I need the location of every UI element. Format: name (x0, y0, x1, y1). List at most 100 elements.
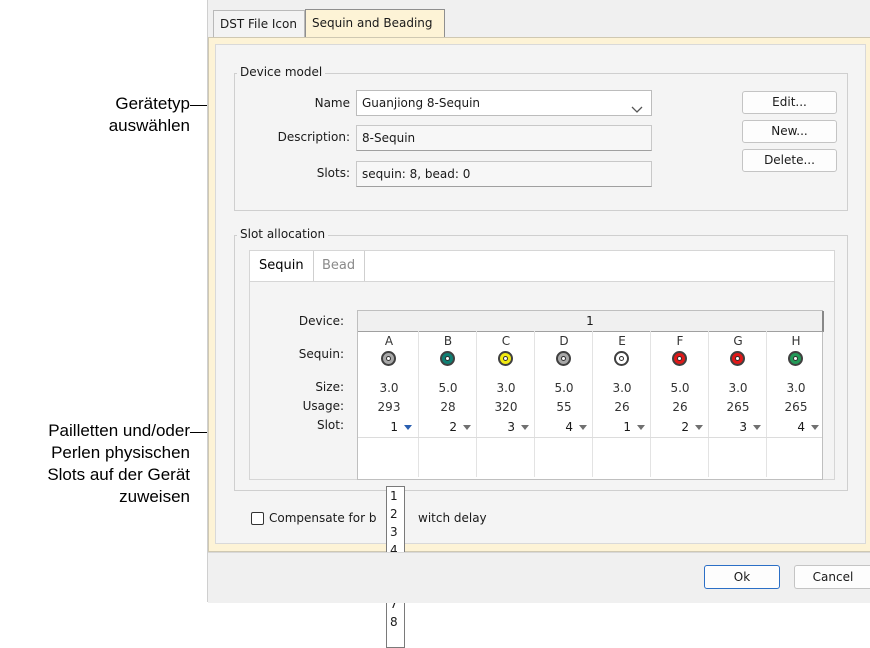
sequin-letter: E (618, 334, 626, 348)
sequin-usage: 26 (614, 400, 630, 414)
dropdown-option[interactable]: 2 (387, 505, 404, 523)
options-dialog: DST File Icon Sequin and Beading Device … (207, 0, 870, 648)
device-model-legend: Device model (237, 65, 326, 79)
chevron-down-icon (753, 425, 761, 430)
sequin-letter: F (676, 334, 684, 348)
sequin-usage: 293 (377, 400, 401, 414)
sequin-column: H 3.0 265 4 (766, 331, 825, 477)
tab-sequin-and-beading[interactable]: Sequin and Beading (305, 9, 445, 38)
sequin-color-icon (556, 351, 571, 366)
sequin-size: 3.0 (612, 381, 632, 395)
sequin-size: 3.0 (786, 381, 806, 395)
compensate-checkbox[interactable] (251, 512, 264, 525)
chevron-down-icon (695, 425, 703, 430)
sequin-size: 5.0 (554, 381, 574, 395)
sequin-color-icon (614, 351, 629, 366)
callout-line: Slots auf der Gerät (47, 465, 190, 484)
name-value: Guanjiong 8-Sequin (362, 96, 481, 110)
sequin-usage: 265 (784, 400, 808, 414)
slot-select[interactable]: 3 (477, 417, 535, 437)
compensate-label-left: Compensate for b (269, 511, 377, 525)
description-label: Description: (277, 130, 350, 144)
sequin-letter: C (501, 334, 511, 348)
name-select[interactable]: Guanjiong 8-Sequin (356, 90, 652, 116)
sequin-usage: 26 (672, 400, 688, 414)
slot-value: 2 (681, 420, 689, 434)
slot-value: 1 (390, 420, 398, 434)
slot-value: 3 (507, 420, 515, 434)
subtab-sequin[interactable]: Sequin (250, 251, 314, 281)
sequin-column: D 5.0 55 4 (534, 331, 593, 477)
device-header: 1 (358, 311, 824, 332)
cancel-button[interactable]: Cancel (794, 565, 870, 589)
slot-select[interactable]: 4 (767, 417, 825, 437)
dropdown-option[interactable]: 3 (387, 523, 404, 541)
compensate-label-right: witch delay (418, 511, 487, 525)
device-row-label: Device: (298, 314, 344, 328)
ok-button[interactable]: Ok (704, 565, 780, 589)
description-field: 8-Sequin (356, 125, 652, 151)
callout-assign-slots: Pailletten und/oder Perlen physischen Sl… (0, 420, 190, 508)
edit-button[interactable]: Edit... (742, 91, 837, 114)
sequin-size: 5.0 (670, 381, 690, 395)
slot-select[interactable]: 1 (360, 417, 418, 437)
callout-line: zuweisen (119, 487, 190, 506)
callout-device-type: Gerätetyp auswählen (60, 93, 190, 137)
subtab-bead[interactable]: Bead (313, 251, 366, 281)
sequin-letter: G (733, 334, 743, 348)
sequin-column: A 3.0 293 1 (360, 331, 418, 477)
dropdown-option[interactable]: 8 (387, 613, 404, 631)
dropdown-option[interactable]: 1 (387, 487, 404, 505)
sequin-row-label: Sequin: (298, 347, 344, 361)
tab-dst-file-icon[interactable]: DST File Icon (213, 10, 305, 37)
slot-row-rule (358, 437, 822, 438)
slots-label: Slots: (316, 166, 350, 180)
slot-value: 3 (739, 420, 747, 434)
slot-value: 4 (565, 420, 573, 434)
sequin-column: E 3.0 26 1 (592, 331, 651, 477)
device-number: 1 (586, 314, 594, 328)
chevron-down-icon (579, 425, 587, 430)
chevron-down-icon (463, 425, 471, 430)
slot-select[interactable]: 4 (535, 417, 593, 437)
sequin-usage: 55 (556, 400, 572, 414)
sequin-column: G 3.0 265 3 (708, 331, 767, 477)
sequin-usage: 265 (726, 400, 750, 414)
new-button[interactable]: New... (742, 120, 837, 143)
tab-strip: DST File Icon Sequin and Beading (208, 9, 870, 38)
usage-row-label: Usage: (302, 399, 344, 413)
callout-line: auswählen (108, 116, 190, 135)
slot-select[interactable]: 2 (419, 417, 477, 437)
chevron-down-icon (637, 425, 645, 430)
sequin-size: 3.0 (728, 381, 748, 395)
callout-line: Pailletten und/oder (48, 421, 190, 440)
sequin-column: C 3.0 320 3 (476, 331, 535, 477)
sequin-letter: A (384, 334, 394, 348)
tab-content: Device model Name Guanjiong 8-Sequin Des… (215, 44, 866, 648)
slot-select[interactable]: 1 (593, 417, 651, 437)
slot-value: 4 (797, 420, 805, 434)
delete-button[interactable]: Delete... (742, 149, 837, 172)
slot-row-label: Slot: (316, 418, 344, 432)
name-label: Name (314, 96, 350, 110)
slot-select[interactable]: 3 (709, 417, 767, 437)
chevron-down-icon (631, 98, 643, 122)
sequin-letter: D (559, 334, 569, 348)
sequin-column: B 5.0 28 2 (418, 331, 477, 477)
sequin-size: 3.0 (496, 381, 516, 395)
sequin-color-icon (788, 351, 803, 366)
size-row-label: Size: (315, 380, 344, 394)
tab-panel: Device model Name Guanjiong 8-Sequin Des… (208, 37, 870, 648)
sequin-column: F 5.0 26 2 (650, 331, 709, 477)
sequin-size: 5.0 (438, 381, 458, 395)
sequin-usage: 28 (440, 400, 456, 414)
chevron-down-icon (404, 425, 412, 430)
callout-line: Perlen physischen (51, 443, 190, 462)
chevron-down-icon (811, 425, 819, 430)
slot-allocation-legend: Slot allocation (237, 227, 329, 241)
slot-grid: 1 A 3.0 293 1 B 5.0 28 2 C 3.0 320 3 D 5.0 55 4 E 3.0 26 1 F… (357, 310, 825, 480)
sequin-usage: 320 (494, 400, 518, 414)
slot-select[interactable]: 2 (651, 417, 709, 437)
sequin-letter: H (791, 334, 801, 348)
chevron-down-icon (521, 425, 529, 430)
